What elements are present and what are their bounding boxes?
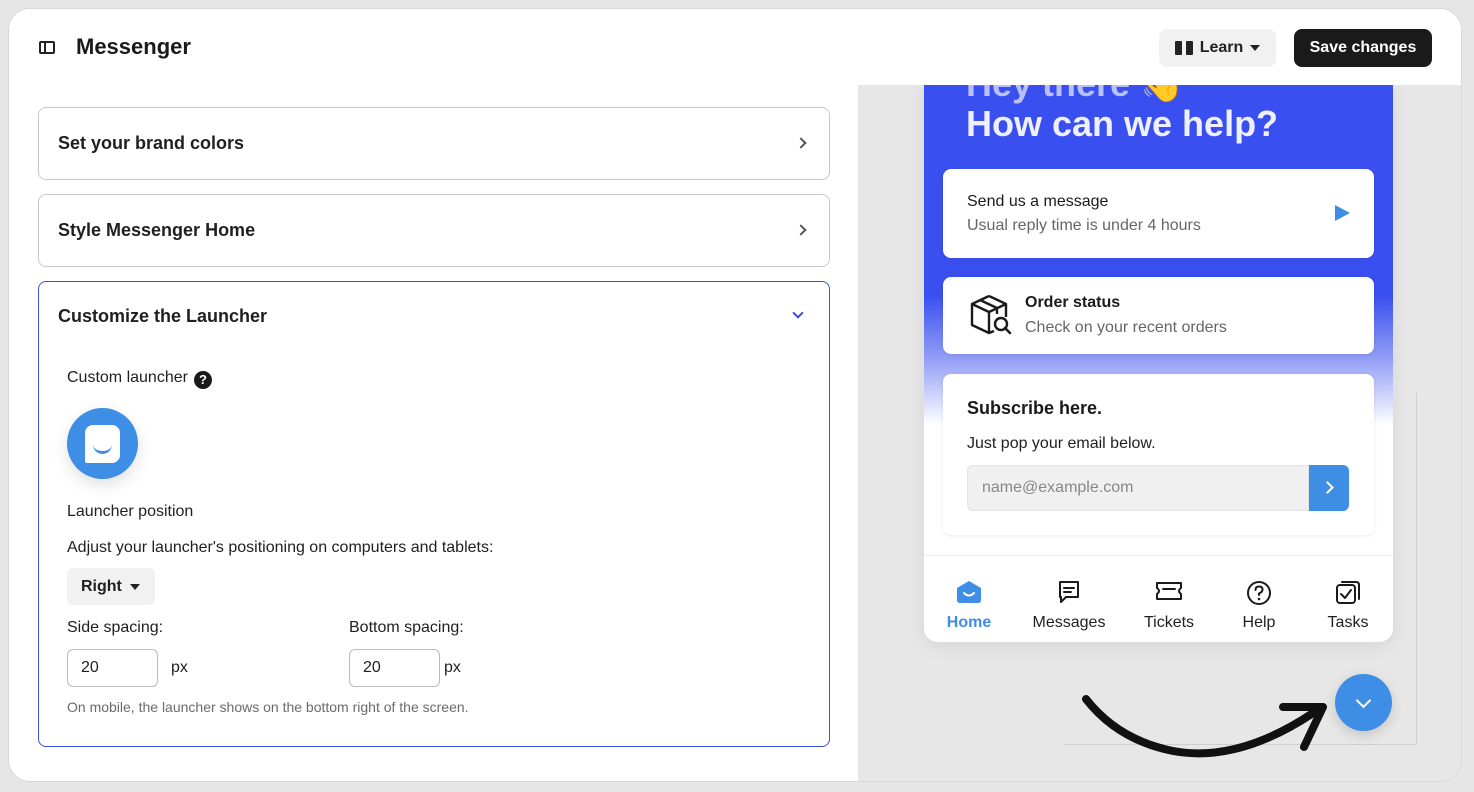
chevron-down-icon[interactable] — [792, 307, 804, 319]
accordion-title: Style Messenger Home — [58, 220, 256, 240]
tab-help[interactable]: Help — [1214, 556, 1304, 642]
side-spacing-unit: px — [171, 659, 188, 676]
home-icon — [957, 581, 981, 603]
ticket-icon — [1156, 582, 1182, 600]
save-changes-button[interactable]: Save changes — [1294, 29, 1432, 67]
card-title: Send us a message — [967, 193, 1109, 210]
custom-launcher-label: Custom launcher? — [67, 369, 212, 389]
email-input[interactable]: name@example.com — [967, 465, 1309, 511]
bottom-spacing-unit: px — [444, 659, 461, 676]
order-status-card[interactable]: Order status Check on your recent orders — [943, 277, 1374, 354]
subscribe-card: Subscribe here. Just pop your email belo… — [943, 374, 1374, 535]
messenger-widget: Hey there 👋 How can we help? Send us a m… — [924, 85, 1393, 642]
tab-tasks[interactable]: Tasks — [1303, 556, 1393, 642]
messages-icon — [1059, 581, 1079, 603]
caret-down-icon — [1250, 45, 1261, 51]
launcher-preview[interactable] — [67, 408, 138, 479]
app-window: Messenger Learn Save changes Set your br… — [8, 8, 1462, 782]
pointing-arrow-icon — [1082, 695, 1327, 758]
card-title: Subscribe here. — [967, 398, 1103, 418]
mobile-note: On mobile, the launcher shows on the bot… — [67, 699, 469, 715]
accordion-title: Set your brand colors — [58, 133, 245, 153]
bottom-spacing-input[interactable]: 20 — [349, 649, 440, 687]
top-bar: Messenger Learn Save changes — [9, 9, 1461, 85]
position-value: Right — [81, 577, 122, 595]
tab-label: Tickets — [1143, 614, 1195, 631]
greeting: Hey there 👋 — [966, 85, 1185, 105]
sidebar-toggle-icon[interactable] — [39, 41, 55, 54]
card-subtitle: Just pop your email below. — [967, 435, 1156, 452]
help-circle-icon — [1247, 581, 1271, 605]
tasks-icon — [1336, 581, 1360, 604]
accordion-style-home[interactable]: Style Messenger Home — [38, 194, 830, 267]
accordion-title[interactable]: Customize the Launcher — [58, 306, 267, 327]
tab-messages[interactable]: Messages — [1024, 556, 1114, 642]
position-select[interactable]: Right — [67, 568, 155, 605]
send-icon — [1335, 205, 1350, 221]
launcher-fab[interactable] — [1335, 674, 1392, 731]
tab-label: Help — [1242, 614, 1276, 631]
page-title: Messenger — [76, 34, 191, 59]
question-icon[interactable]: ? — [193, 371, 212, 389]
caret-down-icon — [129, 583, 140, 590]
tab-label: Messages — [1032, 614, 1106, 631]
messenger-tab-bar: Home Messages Tickets Help Tasks — [924, 555, 1393, 642]
learn-label: Learn — [1199, 39, 1244, 56]
bottom-spacing-label: Bottom spacing: — [349, 619, 464, 636]
chevron-right-icon — [795, 137, 807, 149]
learn-button[interactable]: Learn — [1159, 29, 1276, 67]
messenger-preview-pane: Hey there 👋 How can we help? Send us a m… — [858, 85, 1461, 781]
tab-home[interactable]: Home — [924, 556, 1014, 642]
chevron-right-icon — [795, 224, 807, 236]
card-title: Order status — [1025, 294, 1121, 311]
launcher-position-description: Adjust your launcher's positioning on co… — [67, 539, 494, 556]
package-search-icon — [970, 294, 1012, 335]
tab-label: Home — [946, 614, 992, 631]
tab-tickets[interactable]: Tickets — [1124, 556, 1214, 642]
tab-label: Tasks — [1327, 614, 1369, 631]
side-spacing-input[interactable]: 20 — [67, 649, 158, 687]
email-submit-button[interactable] — [1309, 465, 1349, 511]
custom-launcher-text: Custom launcher — [67, 369, 188, 386]
card-subtitle: Usual reply time is under 4 hours — [967, 217, 1201, 234]
launcher-position-heading: Launcher position — [67, 503, 194, 520]
send-message-card[interactable]: Send us a message Usual reply time is un… — [943, 169, 1374, 258]
side-spacing-label: Side spacing: — [67, 619, 164, 636]
card-subtitle: Check on your recent orders — [1025, 319, 1227, 336]
accordion-customize-launcher: Customize the Launcher Custom launcher? … — [38, 281, 830, 747]
book-icon — [1174, 41, 1193, 55]
headline: How can we help? — [966, 103, 1279, 144]
chat-smile-icon — [85, 425, 120, 463]
accordion-brand-colors[interactable]: Set your brand colors — [38, 107, 830, 180]
divider — [1416, 393, 1417, 745]
